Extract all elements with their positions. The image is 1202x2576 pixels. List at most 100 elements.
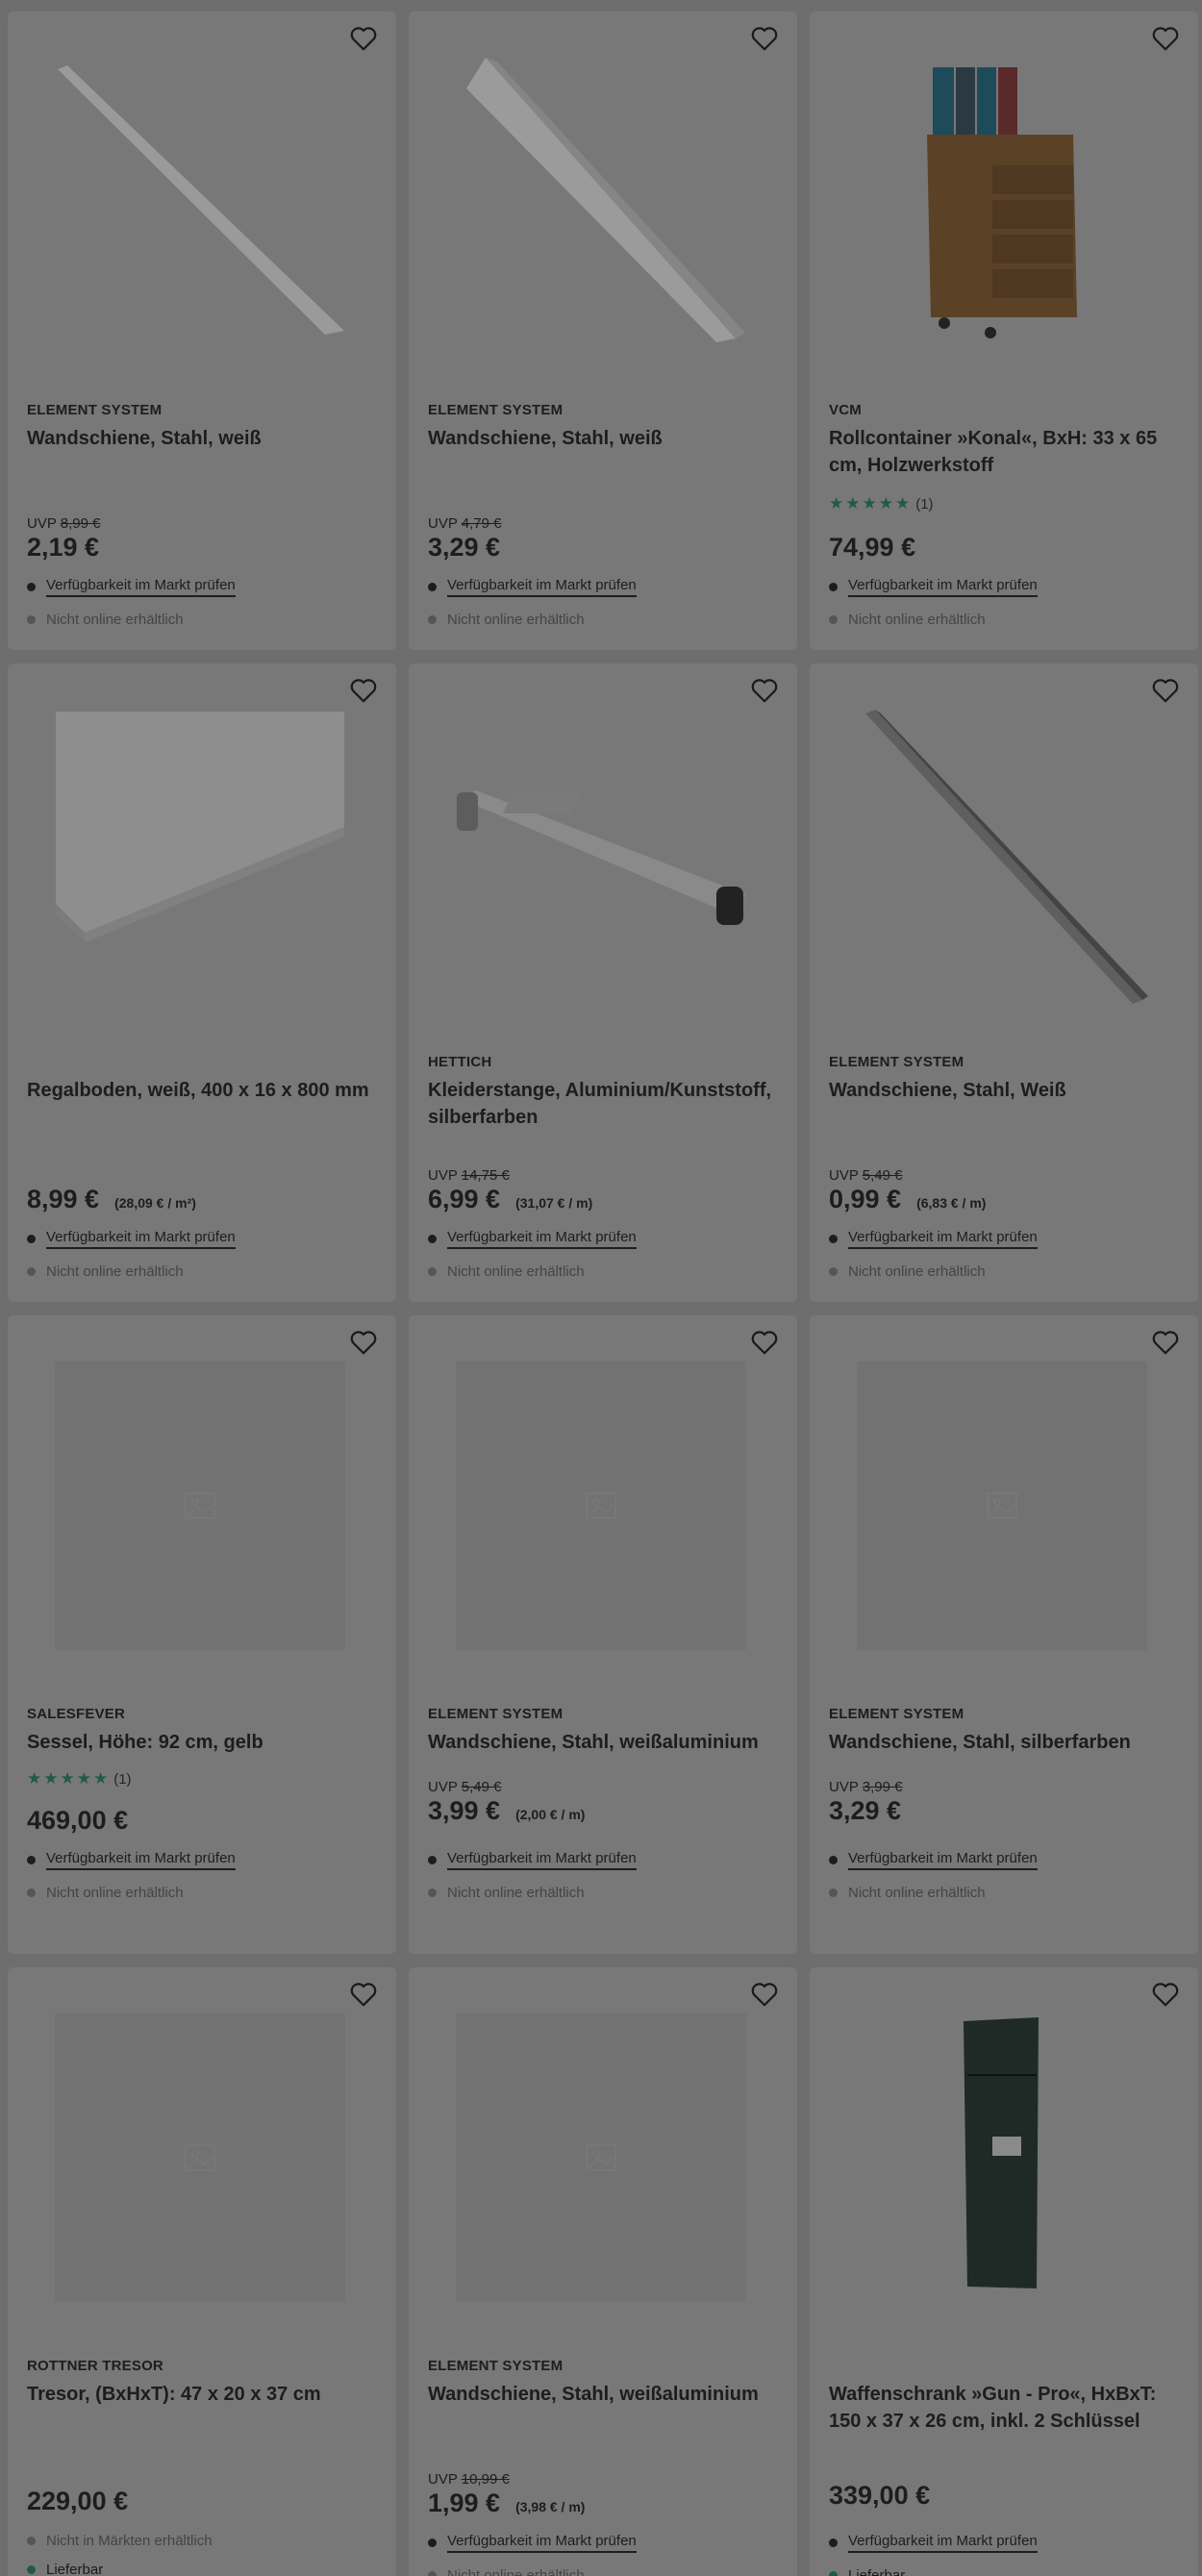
product-price: 3,29 € xyxy=(829,1796,902,1825)
uvp-old-price: 10,99 € xyxy=(461,2471,510,2488)
product-image[interactable] xyxy=(8,12,396,396)
product-price: 469,00 € xyxy=(27,1806,129,1835)
availability-store[interactable]: Verfügbarkeit im Markt prüfen xyxy=(27,1850,236,1870)
product-image[interactable] xyxy=(8,1967,396,2352)
star-rating-icon: ★★★★★ xyxy=(27,1769,111,1788)
product-image[interactable] xyxy=(409,663,797,1048)
product-title[interactable]: Wandschiene, Stahl, weiß xyxy=(27,425,379,452)
product-title[interactable]: Wandschiene, Stahl, weiß xyxy=(428,425,780,452)
product-rating[interactable]: ★★★★★ (1) xyxy=(27,1769,132,1788)
wishlist-heart-icon[interactable] xyxy=(344,19,383,58)
product-title[interactable]: Wandschiene, Stahl, silberfarben xyxy=(829,1729,1181,1756)
image-placeholder-icon xyxy=(586,1492,616,1519)
availability-online: Nicht online erhältlich xyxy=(428,612,585,628)
availability-store[interactable]: Verfügbarkeit im Markt prüfen xyxy=(829,2533,1038,2553)
image-placeholder xyxy=(857,1362,1147,1650)
availability-store[interactable]: Verfügbarkeit im Markt prüfen xyxy=(428,1229,637,1249)
product-card[interactable]: VCM Rollcontainer »Konal«, BxH: 33 x 65 … xyxy=(810,12,1198,650)
product-card[interactable]: ELEMENT SYSTEM Wandschiene, Stahl, silbe… xyxy=(810,1315,1198,1954)
product-brand: ELEMENT SYSTEM xyxy=(428,2358,563,2374)
product-card[interactable]: ELEMENT SYSTEM Wandschiene, Stahl, weißa… xyxy=(409,1315,797,1954)
product-card[interactable]: Regalboden, weiß, 400 x 16 x 800 mm 8,99… xyxy=(8,663,396,1302)
image-placeholder-icon xyxy=(185,1492,215,1519)
product-uvp: UVP 8,99 € xyxy=(27,515,101,532)
wishlist-heart-icon[interactable] xyxy=(344,1975,383,2013)
image-placeholder-icon xyxy=(185,2144,215,2171)
wishlist-heart-icon[interactable] xyxy=(1146,1323,1185,1362)
availability-store: Nicht in Märkten erhältlich xyxy=(27,2533,213,2549)
availability-online: Nicht online erhältlich xyxy=(27,612,184,628)
product-brand: ELEMENT SYSTEM xyxy=(829,1706,964,1722)
product-image[interactable] xyxy=(810,663,1198,1048)
product-card[interactable]: ELEMENT SYSTEM Wandschiene, Stahl, weiß … xyxy=(8,12,396,650)
availability-store[interactable]: Verfügbarkeit im Markt prüfen xyxy=(27,1229,236,1249)
product-card[interactable]: Waffenschrank »Gun - Pro«, HxBxT: 150 x … xyxy=(810,1967,1198,2576)
product-brand: SALESFEVER xyxy=(27,1706,126,1722)
product-uvp: UVP 4,79 € xyxy=(428,515,502,532)
wishlist-heart-icon[interactable] xyxy=(1146,1975,1185,2013)
uvp-old-price: 14,75 € xyxy=(461,1167,510,1184)
availability-store[interactable]: Verfügbarkeit im Markt prüfen xyxy=(428,2533,637,2553)
product-brand: ELEMENT SYSTEM xyxy=(428,402,563,418)
availability-online: Nicht online erhältlich xyxy=(27,1885,184,1901)
wishlist-heart-icon[interactable] xyxy=(344,1323,383,1362)
product-card[interactable]: SALESFEVER Sessel, Höhe: 92 cm, gelb ★★★… xyxy=(8,1315,396,1954)
wishlist-heart-icon[interactable] xyxy=(745,1975,784,2013)
product-rating[interactable]: ★★★★★ (1) xyxy=(829,494,934,513)
wishlist-heart-icon[interactable] xyxy=(745,19,784,58)
product-brand: ELEMENT SYSTEM xyxy=(27,402,163,418)
product-card[interactable]: HETTICH Kleiderstange, Aluminium/Kunstst… xyxy=(409,663,797,1302)
product-image[interactable] xyxy=(810,1315,1198,1700)
product-title[interactable]: Wandschiene, Stahl, weißaluminium xyxy=(428,2381,780,2408)
product-card[interactable]: ELEMENT SYSTEM Wandschiene, Stahl, Weiß … xyxy=(810,663,1198,1302)
availability-online: Nicht online erhältlich xyxy=(829,1885,986,1901)
product-price: 339,00 € xyxy=(829,2481,931,2510)
product-price: 74,99 € xyxy=(829,533,916,562)
product-card[interactable]: ROTTNER TRESOR Tresor, (BxHxT): 47 x 20 … xyxy=(8,1967,396,2576)
availability-store[interactable]: Verfügbarkeit im Markt prüfen xyxy=(27,577,236,597)
product-uvp: UVP 5,49 € xyxy=(829,1167,903,1184)
product-image[interactable] xyxy=(8,663,396,1048)
product-title[interactable]: Kleiderstange, Aluminium/Kunststoff, sil… xyxy=(428,1077,780,1131)
product-image[interactable] xyxy=(8,1315,396,1700)
image-placeholder-icon xyxy=(586,2144,616,2171)
availability-online: Nicht online erhältlich xyxy=(428,1263,585,1280)
wishlist-heart-icon[interactable] xyxy=(344,671,383,710)
product-title[interactable]: Rollcontainer »Konal«, BxH: 33 x 65 cm, … xyxy=(829,425,1181,479)
availability-store[interactable]: Verfügbarkeit im Markt prüfen xyxy=(829,577,1038,597)
image-placeholder xyxy=(55,1362,345,1650)
wishlist-heart-icon[interactable] xyxy=(745,671,784,710)
product-image[interactable] xyxy=(409,1315,797,1700)
product-title[interactable]: Wandschiene, Stahl, Weiß xyxy=(829,1077,1181,1104)
availability-store[interactable]: Verfügbarkeit im Markt prüfen xyxy=(428,577,637,597)
product-image[interactable] xyxy=(810,12,1198,396)
product-uvp: UVP 10,99 € xyxy=(428,2471,510,2488)
wishlist-heart-icon[interactable] xyxy=(745,1323,784,1362)
product-title[interactable]: Tresor, (BxHxT): 47 x 20 x 37 cm xyxy=(27,2381,379,2408)
product-card[interactable]: ELEMENT SYSTEM Wandschiene, Stahl, weiß … xyxy=(409,12,797,650)
availability-store[interactable]: Verfügbarkeit im Markt prüfen xyxy=(829,1229,1038,1249)
wishlist-heart-icon[interactable] xyxy=(1146,19,1185,58)
availability-online: Nicht online erhältlich xyxy=(829,1263,986,1280)
image-placeholder xyxy=(55,2013,345,2302)
availability-store[interactable]: Verfügbarkeit im Markt prüfen xyxy=(829,1850,1038,1870)
product-title[interactable]: Sessel, Höhe: 92 cm, gelb xyxy=(27,1729,379,1756)
product-title[interactable]: Waffenschrank »Gun - Pro«, HxBxT: 150 x … xyxy=(829,2381,1181,2435)
product-card[interactable]: ELEMENT SYSTEM Wandschiene, Stahl, weißa… xyxy=(409,1967,797,2576)
product-uvp: UVP 14,75 € xyxy=(428,1167,510,1184)
wishlist-heart-icon[interactable] xyxy=(1146,671,1185,710)
availability-online: Nicht online erhältlich xyxy=(27,1263,184,1280)
product-image[interactable] xyxy=(810,1967,1198,2352)
image-placeholder xyxy=(456,2013,746,2302)
product-brand: ROTTNER TRESOR xyxy=(27,2358,163,2374)
product-price: 6,99 € (31,07 € / m) xyxy=(428,1185,593,1213)
product-image[interactable] xyxy=(409,12,797,396)
product-title[interactable]: Wandschiene, Stahl, weißaluminium xyxy=(428,1729,780,1756)
product-image[interactable] xyxy=(409,1967,797,2352)
image-placeholder-icon xyxy=(987,1492,1017,1519)
availability-store[interactable]: Verfügbarkeit im Markt prüfen xyxy=(428,1850,637,1870)
product-title[interactable]: Regalboden, weiß, 400 x 16 x 800 mm xyxy=(27,1077,379,1104)
availability-online: Nicht online erhältlich xyxy=(428,1885,585,1901)
availability-online: Nicht online erhältlich xyxy=(829,612,986,628)
product-price: 229,00 € xyxy=(27,2487,129,2515)
